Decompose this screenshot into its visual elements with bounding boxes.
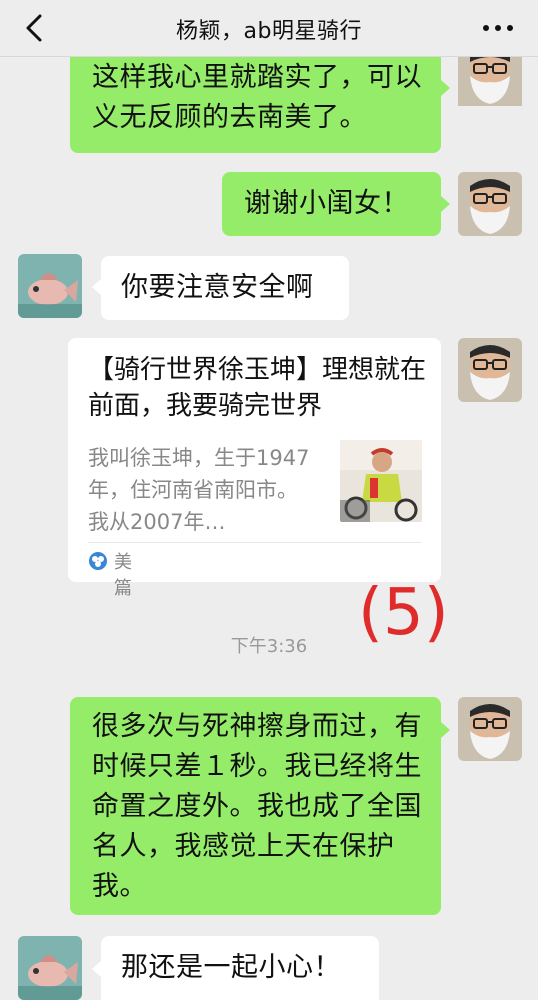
more-button[interactable]	[480, 14, 516, 42]
bubble-tail	[441, 722, 450, 738]
divider	[88, 542, 421, 543]
message-bubble-sent[interactable]: 谢谢小闺女！	[222, 172, 441, 236]
message-text: 这样我心里就踏实了，可以义无反顾的去南美了。	[92, 62, 422, 133]
link-card[interactable]: 【骑行世界徐玉坤】理想就在前面，我要骑完世界 我叫徐玉坤，生于1947年，住河南…	[68, 338, 441, 599]
chat-title: 杨颖，ab明星骑行	[176, 19, 362, 44]
old-man-portrait-icon	[458, 50, 522, 106]
message-text: 谢谢小闺女！	[244, 188, 409, 219]
self-avatar[interactable]	[458, 338, 522, 402]
more-icon	[483, 25, 513, 31]
chat-header: 杨颖，ab明星骑行	[0, 0, 538, 57]
link-card-source-label: 美篇	[114, 552, 132, 599]
self-avatar[interactable]	[458, 50, 522, 112]
contact-avatar[interactable]	[18, 254, 82, 318]
message-bubble-sent[interactable]: 这样我心里就踏实了，可以义无反顾的去南美了。	[70, 56, 441, 153]
bubble-tail	[92, 961, 101, 977]
bubble-tail	[441, 196, 450, 212]
old-man-portrait-icon	[458, 172, 522, 236]
link-card-thumbnail	[340, 440, 422, 522]
message-text: 那还是一起小心！	[121, 952, 341, 983]
bubble-tail	[92, 279, 101, 295]
bubble-tail	[441, 80, 450, 96]
meipian-logo-icon	[89, 552, 107, 570]
self-avatar[interactable]	[458, 172, 522, 236]
message-bubble-sent[interactable]: 很多次与死神擦身而过，有时候只差１秒。我已经将生命置之度外。我也成了全国名人，我…	[70, 697, 441, 915]
message-text: 很多次与死神擦身而过，有时候只差１秒。我已经将生命置之度外。我也成了全国名人，我…	[92, 711, 422, 902]
self-avatar[interactable]	[458, 697, 522, 761]
fish-avatar-icon	[18, 254, 82, 318]
link-card-title: 【骑行世界徐玉坤】理想就在前面，我要骑完世界	[88, 355, 427, 421]
link-card-description: 我叫徐玉坤，生于1947年，住河南省南阳市。我从2007年…	[88, 446, 310, 534]
cyclist-photo-icon	[340, 440, 422, 522]
message-bubble-received[interactable]: 你要注意安全啊	[101, 256, 349, 320]
message-bubble-received[interactable]: 那还是一起小心！	[101, 936, 379, 1000]
fish-avatar-icon	[18, 936, 82, 1000]
message-timestamp: 下午3:36	[230, 636, 308, 657]
old-man-portrait-icon	[458, 697, 522, 761]
message-text: 你要注意安全啊	[121, 272, 314, 303]
old-man-portrait-icon	[458, 338, 522, 402]
contact-avatar[interactable]	[18, 936, 82, 1000]
